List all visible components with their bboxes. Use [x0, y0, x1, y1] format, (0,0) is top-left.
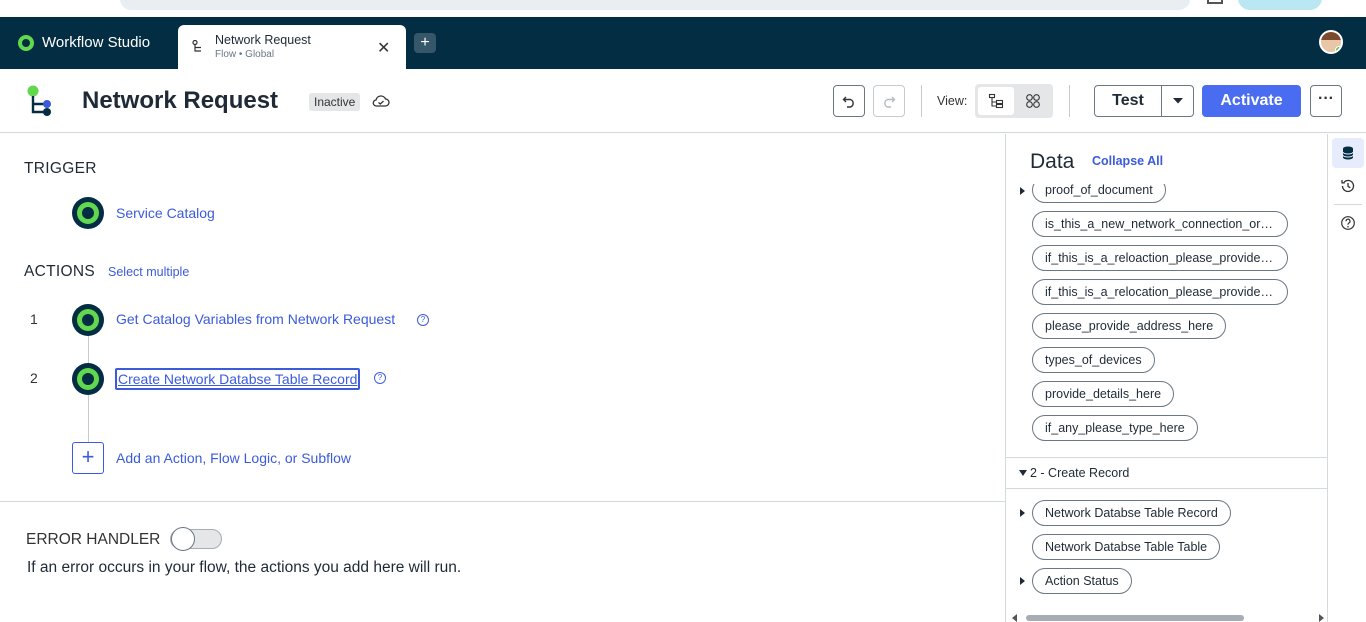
data-pill[interactable]: if_this_is_a_reloaction_please_provide_.…: [1032, 245, 1288, 271]
expand-arrow-icon[interactable]: [1020, 577, 1025, 585]
flow-canvas: TRIGGER Service Catalog ACTIONS Select m…: [0, 134, 1005, 622]
add-action-link[interactable]: Add an Action, Flow Logic, or Subflow: [116, 450, 351, 466]
status-badge: Inactive: [309, 93, 361, 111]
data-panel-title: Data: [1030, 150, 1075, 173]
section-divider: [0, 501, 1005, 502]
trigger-heading: TRIGGER: [24, 160, 97, 177]
action-node-icon[interactable]: [72, 304, 104, 336]
data-pill[interactable]: Network Databse Table Record: [1032, 500, 1231, 526]
collapse-arrow-icon: [1019, 470, 1027, 476]
workflow-studio-logo-icon: [18, 34, 34, 51]
chevron-down-icon: [1172, 98, 1183, 104]
data-pill[interactable]: please_provide_address_here: [1032, 313, 1227, 339]
extension-icon[interactable]: [1207, 0, 1223, 4]
data-panel: proof_of_document is_this_a_new_network_…: [1005, 134, 1327, 622]
flow-logo-icon: [27, 85, 51, 116]
flow-titlebar: Network Request Inactive View: Test Acti…: [0, 69, 1366, 133]
tab-title: Network Request: [215, 33, 311, 47]
new-tab-button[interactable]: +: [414, 33, 436, 53]
tab-network-request[interactable]: Network Request Flow • Global ✕: [178, 25, 406, 69]
cloud-icon[interactable]: [372, 94, 390, 108]
data-panel-button[interactable]: [1332, 138, 1364, 168]
select-multiple-link[interactable]: Select multiple: [108, 265, 189, 279]
scroll-right-icon[interactable]: [1319, 614, 1324, 622]
page-title: Network Request: [82, 87, 279, 114]
undo-button[interactable]: [833, 85, 865, 117]
error-handler-description: If an error occurs in your flow, the act…: [27, 559, 462, 576]
horizontal-scrollbar[interactable]: [1012, 614, 1324, 622]
profile-pill[interactable]: [1238, 0, 1322, 10]
brand[interactable]: Workflow Studio: [18, 34, 150, 51]
history-button[interactable]: [1332, 171, 1364, 201]
actions-heading: ACTIONS: [24, 263, 95, 280]
right-rail: [1327, 134, 1366, 622]
data-pill[interactable]: Action Status: [1032, 568, 1132, 594]
action-node-icon[interactable]: [72, 363, 104, 395]
activate-button[interactable]: Activate: [1202, 85, 1301, 117]
flow-icon: [192, 40, 201, 52]
help-icon[interactable]: ?: [417, 314, 429, 326]
add-action-button[interactable]: +: [72, 442, 104, 474]
close-icon[interactable]: ✕: [377, 38, 390, 58]
trigger-node-icon[interactable]: [72, 197, 104, 229]
data-pill[interactable]: if_any_please_type_here: [1032, 415, 1198, 441]
history-icon: [1341, 179, 1355, 193]
data-panel-header: Data Collapse All: [1006, 134, 1327, 184]
address-bar[interactable]: [120, 0, 1190, 10]
view-option-tree[interactable]: [978, 87, 1014, 115]
step-number: 2: [30, 370, 38, 386]
expand-arrow-icon[interactable]: [1020, 187, 1025, 195]
test-button[interactable]: Test: [1094, 85, 1162, 117]
connector-line: [88, 394, 89, 442]
app-name: Workflow Studio: [42, 34, 151, 51]
toolbar-divider: [921, 85, 922, 117]
data-pill[interactable]: if_this_is_a_relocation_please_provide_.…: [1032, 279, 1288, 305]
data-group-heading: 2 - Create Record: [1030, 466, 1130, 480]
error-handler-toggle[interactable]: [170, 527, 222, 551]
avatar[interactable]: [1319, 30, 1343, 54]
scrollbar-thumb[interactable]: [1026, 615, 1244, 621]
more-options-button[interactable]: ···: [1310, 85, 1342, 117]
data-pill[interactable]: is_this_a_new_network_connection_or_...: [1032, 211, 1288, 237]
data-pill[interactable]: types_of_devices: [1032, 347, 1155, 373]
data-pill[interactable]: provide_details_here: [1032, 381, 1175, 407]
step-number: 1: [30, 311, 38, 327]
help-circle-icon: [1341, 216, 1355, 230]
test-options-button[interactable]: [1161, 85, 1194, 117]
help-icon[interactable]: ?: [374, 372, 386, 384]
diagram-view-icon: [1026, 94, 1040, 108]
avatar-hair: [1321, 32, 1341, 40]
scroll-left-icon[interactable]: [1012, 614, 1017, 622]
toolbar-divider: [1069, 85, 1070, 117]
redo-button[interactable]: [873, 85, 905, 117]
view-label: View:: [937, 94, 968, 108]
tab-subtitle: Flow • Global: [215, 49, 275, 60]
tree-view-icon: [988, 93, 1004, 109]
undo-icon: [842, 96, 854, 108]
redo-icon: [884, 96, 896, 108]
help-button[interactable]: [1332, 208, 1364, 238]
action-label[interactable]: Get Catalog Variables from Network Reque…: [116, 311, 395, 327]
rail-divider: [1334, 204, 1362, 205]
trigger-label[interactable]: Service Catalog: [116, 205, 215, 221]
expand-arrow-icon[interactable]: [1020, 509, 1025, 517]
view-option-diagram[interactable]: [1015, 87, 1051, 115]
toggle-knob: [171, 527, 195, 551]
online-status-icon: [1335, 46, 1341, 52]
browser-chrome-strip: [0, 0, 1366, 17]
action-label-selected[interactable]: Create Network Databse Table Record: [115, 368, 361, 390]
collapse-all-link[interactable]: Collapse All: [1092, 154, 1163, 168]
view-toggle: [975, 84, 1053, 118]
app-header: Workflow Studio Network Request Flow • G…: [0, 17, 1366, 69]
data-group-create-record[interactable]: 2 - Create Record: [1006, 457, 1327, 489]
error-handler-heading: ERROR HANDLER: [26, 531, 161, 548]
data-pill[interactable]: Network Databse Table Table: [1032, 534, 1221, 560]
database-icon: [1342, 146, 1354, 160]
